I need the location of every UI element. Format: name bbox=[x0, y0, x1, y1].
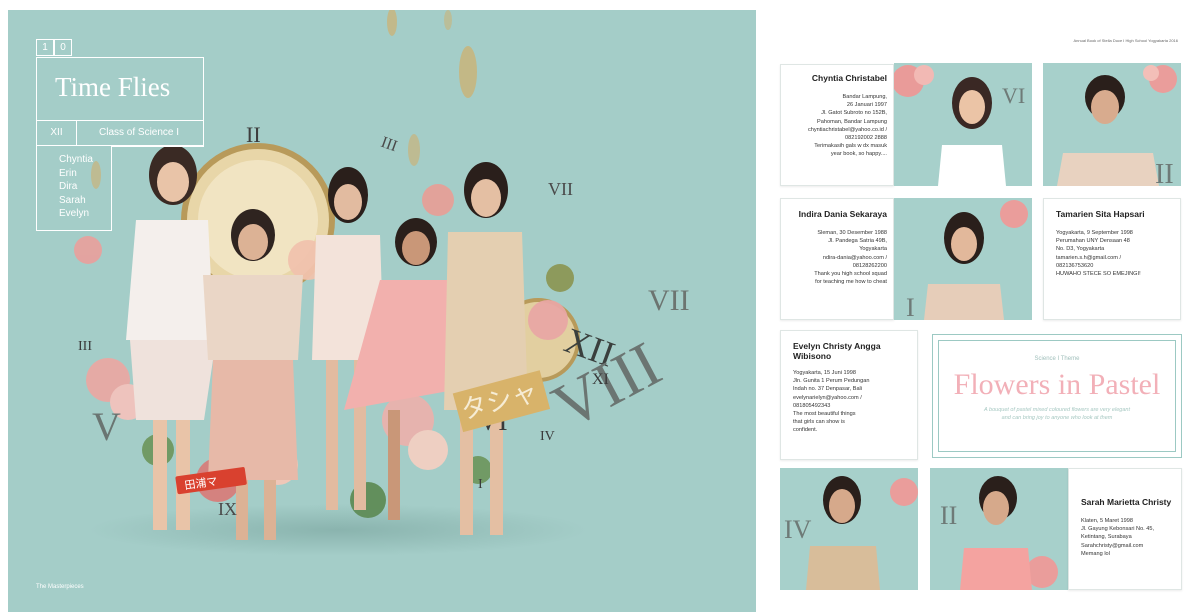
profile-line: HUWAHO STECE SO EMEJINGI! bbox=[1056, 271, 1141, 278]
profile-card-tamarien: Tamarien Sita Hapsari Yogyakarta, 9 Sept… bbox=[1043, 198, 1181, 320]
profile-line: 081805492343 bbox=[793, 402, 831, 409]
page-footer: The Masterpieces bbox=[36, 584, 84, 590]
page-header: Annual Book of Stella Duce I High School… bbox=[1073, 38, 1178, 43]
profile-name: Evelyn Christy Angga Wibisono bbox=[793, 341, 881, 361]
profile-card-sarah: Sarah Marietta Christy Klaten, 5 Maret 1… bbox=[1068, 468, 1182, 590]
profile-line: that girls can show is bbox=[793, 419, 845, 426]
profile-line: Jln. Gunita 1 Perum Pedungan bbox=[793, 378, 870, 385]
profile-line: The most beautiful things bbox=[793, 411, 856, 418]
portrait-tamarien: II bbox=[1043, 63, 1181, 186]
profile-line: Perumahan UNY Densaan 48 bbox=[1056, 238, 1130, 245]
theme-subtitle: Science I Theme bbox=[1034, 356, 1080, 362]
svg-text:IV: IV bbox=[540, 429, 555, 444]
profile-name: Indira Dania Sekaraya bbox=[798, 209, 887, 219]
class-row: XII Class of Science I bbox=[36, 121, 204, 146]
profile-name: Chyntia Christabel bbox=[811, 73, 887, 83]
profile-line: Jl. Pandega Satria 49B, bbox=[828, 238, 887, 245]
theme-title: Flowers in Pastel bbox=[953, 368, 1161, 401]
profile-line: Yogyakarta bbox=[859, 246, 887, 253]
profile-line: 082192002 2888 bbox=[845, 135, 887, 142]
profile-line: Pahoman, Bandar Lampung bbox=[817, 118, 887, 125]
profile-line: Sleman, 30 Desember 1988 bbox=[817, 230, 887, 236]
name-item: Chyntia bbox=[59, 154, 93, 165]
portrait-sarah: II bbox=[930, 468, 1068, 590]
profile-line: confident. bbox=[793, 427, 818, 434]
svg-text:VII: VII bbox=[548, 179, 573, 199]
profile-line: evelynarielyn@yahoo.com / bbox=[793, 394, 862, 401]
profile-line: 26 Januari 1997 bbox=[846, 102, 887, 109]
profile-line: ndira-dania@yahoo.com / bbox=[822, 254, 887, 261]
name-item: Erin bbox=[59, 167, 77, 179]
profile-line: Indah no. 37 Denpasar, Bali bbox=[793, 386, 863, 393]
profile-line: for teaching me how to cheat bbox=[815, 279, 887, 286]
profile-line: Yogyakarta, 9 September 1998 bbox=[1056, 230, 1133, 236]
divider bbox=[112, 146, 204, 147]
svg-text:VII: VII bbox=[648, 284, 690, 317]
profile-line: Ketintang, Surabaya bbox=[1081, 534, 1132, 541]
profile-name: Sarah Marietta Christy bbox=[1081, 497, 1172, 507]
page-number-digit: 1 bbox=[36, 39, 54, 56]
svg-text:IV: IV bbox=[784, 515, 812, 544]
profile-line: Sarahchristy@gmail.com bbox=[1081, 542, 1144, 549]
profile-line: Jl. Gatot Subroto no 152B, bbox=[821, 110, 887, 117]
profile-name: Tamarien Sita Hapsari bbox=[1056, 209, 1145, 219]
page-title: Time Flies bbox=[55, 72, 171, 102]
svg-text:IX: IX bbox=[218, 499, 237, 519]
page-number: 1 0 bbox=[36, 39, 72, 56]
profile-line: year book, so happy.... bbox=[830, 151, 887, 158]
svg-text:I: I bbox=[478, 477, 483, 492]
profile-line: No. D3, Yogyakarta bbox=[1056, 246, 1105, 253]
name-item: Evelyn bbox=[59, 208, 90, 219]
profile-line: tamarien.s.h@gmail.com / bbox=[1056, 254, 1122, 261]
svg-text:II: II bbox=[940, 501, 957, 530]
name-item: Sarah bbox=[59, 194, 86, 206]
svg-text:VI: VI bbox=[1002, 83, 1025, 108]
profile-card-evelyn: Evelyn Christy Angga Wibisono Yogyakarta… bbox=[780, 330, 918, 460]
portrait-indira: I bbox=[894, 198, 1032, 320]
year-label: XII bbox=[37, 121, 77, 145]
svg-text:II: II bbox=[1155, 159, 1174, 186]
svg-text:I: I bbox=[906, 293, 915, 320]
profile-line: chyntiachristabel@yahoo.co.id / bbox=[807, 126, 887, 133]
profile-line: Thank you high school squad bbox=[814, 271, 887, 278]
portrait-evelyn: IV bbox=[780, 468, 918, 590]
theme-feature-box: Science I Theme Flowers in Pastel A bouq… bbox=[932, 334, 1182, 458]
profile-card-indira: Indira Dania Sekaraya Sleman, 30 Desembe… bbox=[780, 198, 894, 320]
theme-description: A bouquet of pastel mixed coloured flowe… bbox=[984, 407, 1130, 421]
profile-line: 082136753620 bbox=[1056, 262, 1094, 269]
names-list: Chyntia Erin Dira Sarah Evelyn bbox=[36, 146, 112, 231]
profile-line: 08128262200 bbox=[852, 262, 887, 269]
profile-line: Jl. Gayung Kebonsari No. 45, bbox=[1081, 526, 1155, 533]
class-label: Class of Science I bbox=[99, 127, 180, 138]
portrait-chyntia: VI bbox=[894, 63, 1032, 186]
svg-text:XI: XI bbox=[592, 371, 609, 388]
name-item: Dira bbox=[59, 181, 78, 192]
profile-line: Terimakasih gals w dx masuk bbox=[814, 143, 887, 150]
title-box: Time Flies bbox=[36, 57, 204, 121]
left-page-spread: II III VII VII XII VIII XI IX V III IV V… bbox=[8, 10, 756, 612]
profile-line: Yogyakarta, 15 Juni 1998 bbox=[793, 370, 856, 376]
svg-text:III: III bbox=[379, 134, 400, 155]
svg-text:V: V bbox=[92, 404, 121, 449]
page-number-digit: 0 bbox=[54, 39, 72, 56]
profile-line: Bandar Lampung, bbox=[842, 94, 887, 100]
profile-line: Klaten, 5 Maret 1998 bbox=[1081, 518, 1133, 524]
svg-text:II: II bbox=[246, 122, 261, 147]
profile-card-chyntia: Chyntia Christabel Bandar Lampung, 26 Ja… bbox=[780, 64, 894, 186]
theme-feature-inner: Science I Theme Flowers in Pastel A bouq… bbox=[938, 340, 1176, 452]
svg-text:III: III bbox=[78, 339, 92, 354]
profile-line: Memang lol bbox=[1081, 550, 1110, 557]
